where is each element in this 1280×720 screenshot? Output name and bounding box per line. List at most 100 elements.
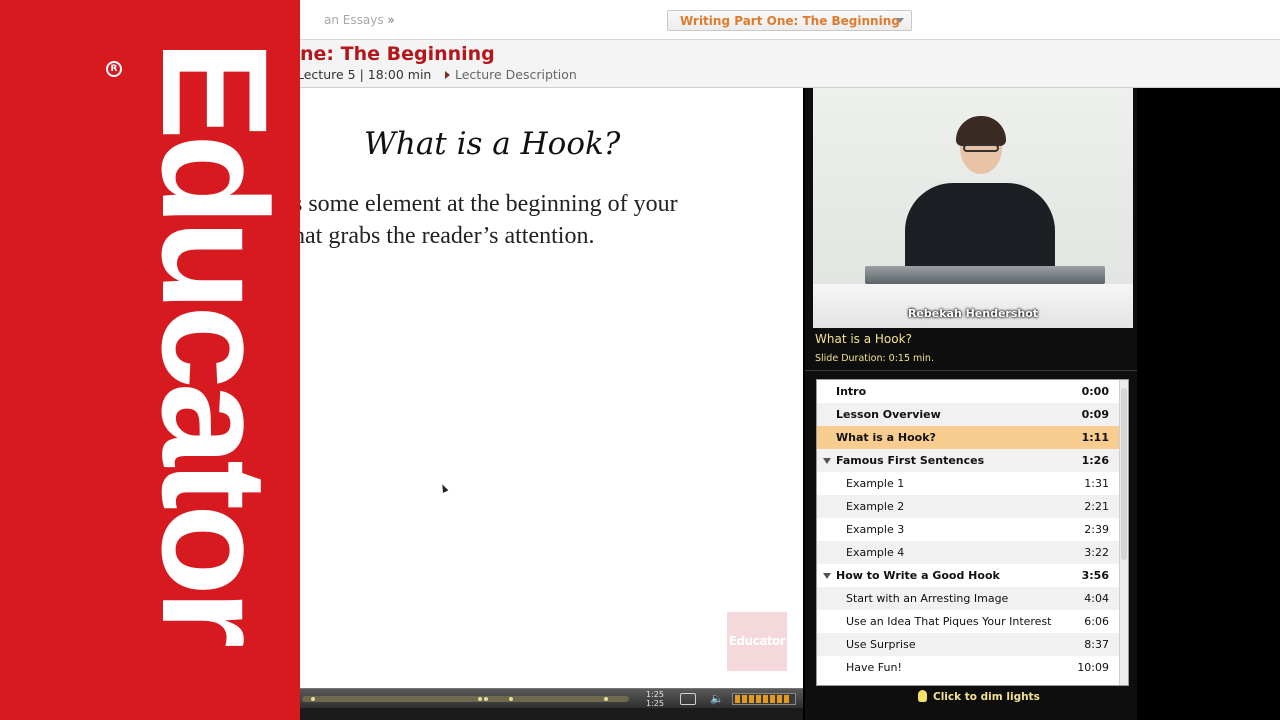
slide-body: s some element at the beginning of your … (300, 188, 803, 252)
lesson-select-dropdown[interactable]: Writing Part One: The Beginning (667, 10, 912, 31)
outline-item-time: 10:09 (1077, 661, 1109, 674)
volume-level-segment (763, 695, 768, 703)
outline-item-time: 1:26 (1081, 454, 1109, 467)
breadcrumb-parent-link[interactable]: an Essays (324, 13, 384, 27)
lightbulb-icon (918, 690, 927, 702)
lesson-title: ne: The Beginning (300, 43, 495, 65)
player-controls: 1:25 1:25 🔈 (300, 688, 803, 708)
volume-level-segment (784, 695, 789, 703)
lesson-select-value: Writing Part One: The Beginning (680, 14, 900, 28)
outline-item[interactable]: Example 2 2:21 (817, 495, 1119, 518)
volume-icon[interactable]: 🔈 (710, 692, 724, 705)
outline-item-label: Example 2 (846, 500, 905, 513)
chapter-marker (509, 697, 513, 701)
volume-level-segment (742, 695, 747, 703)
outline-item-label: Intro (836, 385, 867, 398)
outline-item-label: Lesson Overview (836, 408, 941, 421)
mouse-cursor-icon (439, 483, 449, 493)
educator-brand-bar: Educator R (0, 0, 300, 720)
outline-item[interactable]: Use an Idea That Piques Your Interest 6:0… (817, 610, 1119, 633)
chapter-marker (478, 697, 482, 701)
breadcrumb-separator: » (387, 13, 395, 27)
outline-item-label: Start with an Arresting Image (846, 592, 1009, 605)
presenter-video[interactable]: Rebekah Hendershot (813, 88, 1133, 328)
outline-item-label: Example 4 (846, 546, 905, 559)
lesson-meta: Lecture 5 | 18:00 min (297, 67, 432, 82)
outline-item-label: Use an Idea That Piques Your Interest (846, 615, 1052, 628)
outline-item[interactable]: Famous First Sentences 1:26 (817, 449, 1119, 472)
dim-lights-button[interactable]: Click to dim lights (918, 690, 1040, 703)
breadcrumb-bar: an Essays » Writing Part One: The Beginn… (300, 0, 1280, 40)
dropdown-arrow-icon (896, 18, 904, 23)
slide-body-line: s some element at the beginning of your (300, 191, 678, 217)
fullscreen-icon[interactable] (680, 693, 696, 705)
educator-logo-text: Educator (131, 40, 299, 643)
expand-triangle-icon[interactable] (823, 573, 831, 579)
outline-item-time: 3:22 (1084, 546, 1109, 559)
outline-item-time: 0:09 (1081, 408, 1109, 421)
outline-item-time: 6:06 (1084, 615, 1109, 628)
outline-item-time: 3:56 (1081, 569, 1109, 582)
educator-watermark-logo: Educator (727, 612, 787, 671)
slide-title: What is a Hook? (364, 126, 621, 162)
outline-item-label: How to Write a Good Hook (836, 569, 1000, 582)
volume-level-segment (756, 695, 761, 703)
volume-level-segment (770, 695, 775, 703)
time-current: 1:25 (646, 690, 664, 699)
timecode: 1:25 1:25 (646, 690, 664, 708)
outline-item[interactable]: What is a Hook? 1:11 (817, 426, 1119, 449)
outline-scroll-thumb[interactable] (1121, 388, 1127, 560)
lesson-outline-list: Intro 0:00 Lesson Overview 0:09 What is a Ho… (816, 379, 1129, 686)
dim-lights-label: Click to dim lights (933, 691, 1040, 703)
lecture-description-link[interactable]: Lecture Description (445, 67, 577, 82)
outline-item-label: Use Surprise (846, 638, 916, 651)
outline-item-time: 4:04 (1084, 592, 1109, 605)
outline-item[interactable]: Have Fun! 10:09 (817, 656, 1119, 679)
outline-scrollbar[interactable] (1119, 380, 1128, 685)
educator-lecture-page: an Essays » Writing Part One: The Beginn… (0, 0, 1280, 720)
outline-item[interactable]: Intro 0:00 (817, 380, 1119, 403)
presenter-name: Rebekah Hendershot (907, 307, 1039, 320)
outline-item-time: 8:37 (1084, 638, 1109, 651)
current-slide-duration: Slide Duration: 0:15 min. (815, 353, 934, 364)
current-slide-name: What is a Hook? (815, 332, 912, 346)
outline-item[interactable]: Example 4 3:22 (817, 541, 1119, 564)
panel-divider (805, 370, 1137, 371)
outline-item-time: 1:31 (1084, 477, 1109, 490)
time-total: 1:25 (646, 699, 664, 708)
outline-item-time: 0:00 (1081, 385, 1109, 398)
player-bottom-strip (300, 708, 805, 720)
expand-triangle-icon (445, 71, 450, 79)
outline-item[interactable]: Example 1 1:31 (817, 472, 1119, 495)
outline-item-label: Famous First Sentences (836, 454, 985, 467)
outline-item-label: Example 1 (846, 477, 905, 490)
outline-item-time: 2:39 (1084, 523, 1109, 536)
outline-item-label: Have Fun! (846, 661, 902, 674)
slide-viewer: What is a Hook? s some element at the be… (300, 88, 803, 688)
lesson-header: ne: The Beginning Lecture 5 | 18:00 min … (297, 40, 1280, 88)
breadcrumb: an Essays » (324, 13, 395, 27)
presenter-hair (956, 116, 1006, 146)
chapter-marker (311, 697, 315, 701)
outline-item[interactable]: Lesson Overview 0:09 (817, 403, 1119, 426)
expand-triangle-icon[interactable] (823, 458, 831, 464)
outline-item[interactable]: How to Write a Good Hook 3:56 (817, 564, 1119, 587)
outline-item-time: 1:11 (1081, 431, 1109, 444)
lecture-description-label: Lecture Description (455, 67, 577, 82)
slide-body-line: hat grabs the reader’s attention. (300, 223, 595, 249)
desk (813, 284, 1133, 328)
volume-level-segment (749, 695, 754, 703)
registered-mark: R (106, 61, 122, 77)
volume-level-segment (735, 695, 740, 703)
outline-item-time: 2:21 (1084, 500, 1109, 513)
chapter-marker (484, 697, 488, 701)
volume-level-segment (777, 695, 782, 703)
outline-item[interactable]: Example 3 2:39 (817, 518, 1119, 541)
volume-slider[interactable] (732, 693, 796, 705)
seek-bar[interactable] (302, 696, 629, 702)
outline-item[interactable]: Start with an Arresting Image 4:04 (817, 587, 1119, 610)
chapter-marker (604, 697, 608, 701)
outline-item[interactable]: Use Surprise 8:37 (817, 633, 1119, 656)
outline-item-label: What is a Hook? (836, 431, 936, 444)
outline-item-label: Example 3 (846, 523, 905, 536)
